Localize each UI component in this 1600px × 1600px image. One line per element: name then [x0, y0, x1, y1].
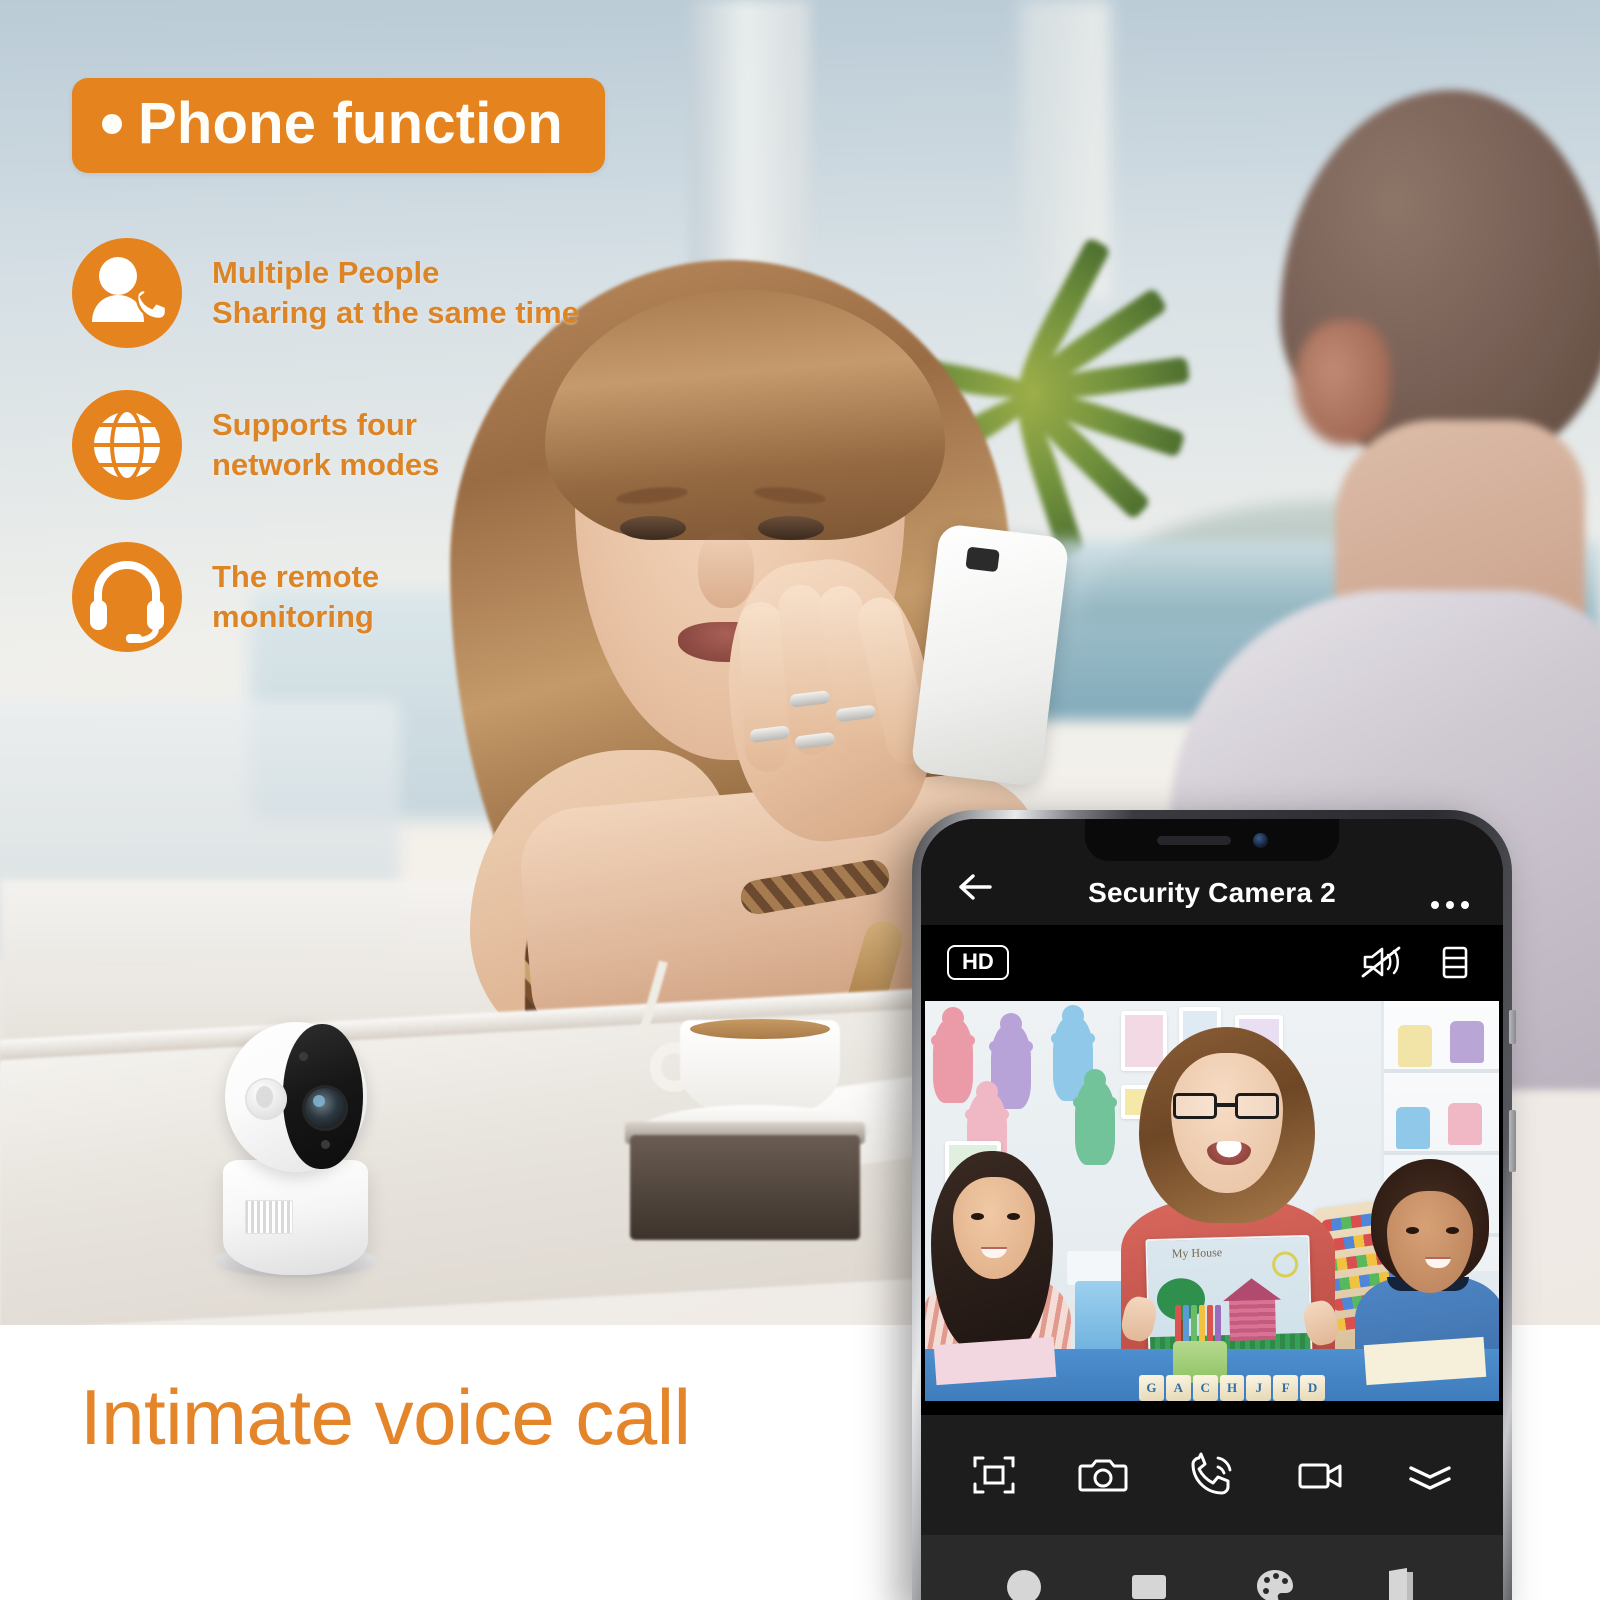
feature-text-network-modes: Supports four network modes	[212, 405, 439, 484]
headset-icon	[72, 542, 182, 652]
feature-text-remote-monitoring: The remote monitoring	[212, 557, 379, 636]
double-chevron-down-icon[interactable]	[1403, 1448, 1457, 1502]
phone-volume-button[interactable]	[1509, 1110, 1516, 1172]
front-camera-icon	[1252, 832, 1268, 848]
feature-item-remote-monitoring: The remote monitoring	[72, 542, 692, 652]
block-letter: D	[1300, 1375, 1326, 1401]
phone-side-button[interactable]	[1509, 1010, 1516, 1044]
globe-icon	[72, 390, 182, 500]
app-bottom-toolbar	[921, 1415, 1503, 1535]
speaker-muted-icon[interactable]	[1359, 942, 1405, 982]
feature-line-2: network modes	[212, 447, 440, 482]
video-record-icon[interactable]	[1294, 1448, 1348, 1502]
back-arrow-icon[interactable]	[955, 871, 999, 909]
camera-snapshot-icon[interactable]	[1076, 1448, 1130, 1502]
live-video-feed[interactable]: My House G A C H J F D	[925, 1001, 1499, 1401]
block-letter: F	[1273, 1375, 1299, 1401]
feature-line-2: Sharing at the same time	[212, 295, 579, 330]
block-letter: G	[1139, 1375, 1164, 1401]
block-letter: A	[1165, 1375, 1191, 1401]
phone-screen: Security Camera 2 HD My House G A C H J …	[921, 819, 1503, 1600]
tagline: Intimate voice call	[80, 1373, 691, 1461]
block-letter: C	[1192, 1375, 1218, 1401]
bullet-dot-icon	[102, 114, 122, 134]
block-letter: H	[1219, 1375, 1245, 1401]
phone-notch	[1085, 819, 1339, 861]
rectangle-card-icon[interactable]	[1126, 1563, 1172, 1600]
door-icon[interactable]	[1377, 1563, 1423, 1600]
section-header-badge: Phone function	[72, 78, 605, 173]
more-options-icon[interactable]	[1425, 901, 1469, 909]
feature-line-1: Supports four	[212, 407, 417, 443]
circle-icon[interactable]	[1001, 1563, 1047, 1600]
product-security-camera	[205, 1000, 385, 1277]
fullscreen-frame-icon[interactable]	[967, 1448, 1021, 1502]
feature-item-multiple-people: Multiple People Sharing at the same time	[72, 238, 692, 348]
coffee-surface	[690, 1019, 830, 1039]
app-title: Security Camera 2	[1088, 877, 1336, 908]
block-letter: J	[1246, 1375, 1272, 1401]
alphabet-blocks: G A C H J F D	[1139, 1361, 1326, 1401]
childrens-drawing: My House	[1145, 1234, 1313, 1364]
palette-icon[interactable]	[1252, 1563, 1298, 1600]
video-toolbar: HD	[921, 925, 1503, 999]
page-title: Phone function	[138, 91, 563, 156]
feature-text-multiple-people: Multiple People Sharing at the same time	[212, 253, 579, 332]
feature-line-1: The remote	[212, 559, 380, 595]
person-phone-icon	[72, 238, 182, 348]
phone-mockup: Security Camera 2 HD My House G A C H J …	[912, 810, 1516, 1600]
glasses-icon	[1173, 1093, 1283, 1119]
feature-line-1: Multiple People	[212, 255, 440, 291]
app-secondary-toolbar	[921, 1535, 1503, 1600]
phone-call-icon[interactable]	[1185, 1448, 1239, 1502]
earpiece-speaker-icon	[1156, 835, 1231, 845]
camera-speaker-grille	[245, 1200, 293, 1234]
feature-item-network-modes: Supports four network modes	[72, 390, 692, 500]
hd-quality-badge[interactable]: HD	[947, 944, 1009, 980]
split-screen-icon[interactable]	[1431, 942, 1477, 982]
feature-list: Multiple People Sharing at the same time…	[72, 238, 692, 694]
table-box	[630, 1135, 860, 1240]
drawing-caption: My House	[1171, 1245, 1223, 1261]
feature-line-2: monitoring	[212, 599, 374, 634]
